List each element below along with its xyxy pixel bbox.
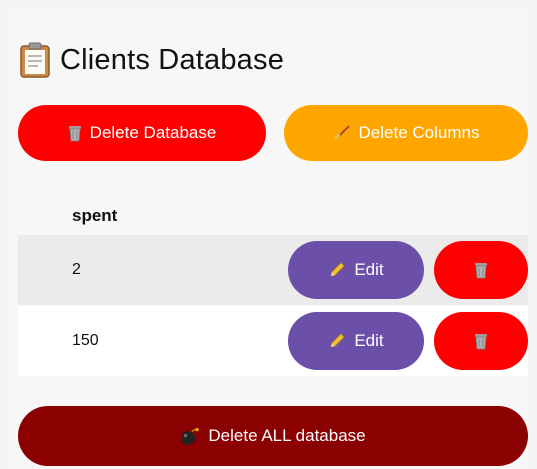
edit-label: Edit [354, 260, 384, 279]
page-title-text: Clients Database [60, 43, 285, 76]
trash-icon [474, 332, 488, 350]
delete-database-label: Delete Database [89, 123, 217, 142]
delete-all-database-button[interactable]: Delete ALL database [18, 406, 528, 466]
table-row: 150 Edit [18, 306, 528, 376]
cell-spent: 2 [72, 261, 81, 278]
delete-all-database-label: Delete ALL database [208, 426, 366, 445]
edit-button[interactable]: Edit [288, 241, 424, 299]
pencil-icon [328, 332, 346, 350]
cell-spent: 150 [72, 332, 99, 349]
clipboard-icon [20, 42, 50, 78]
clients-database-panel: Clients Database Delete Database Delete … [8, 8, 529, 469]
delete-row-button[interactable] [434, 241, 528, 299]
edit-label: Edit [354, 331, 384, 350]
edit-button[interactable]: Edit [288, 312, 424, 370]
column-header-spent: spent [72, 206, 118, 225]
page-title: Clients Database [20, 40, 284, 80]
pencil-icon [328, 261, 346, 279]
broom-icon [333, 124, 351, 142]
table-row: 2 Edit [18, 235, 528, 305]
delete-row-button[interactable] [434, 312, 528, 370]
delete-columns-label: Delete Columns [358, 123, 480, 142]
trash-icon [474, 261, 488, 279]
trash-icon [68, 124, 82, 142]
delete-columns-button[interactable]: Delete Columns [284, 105, 528, 161]
bomb-icon [180, 426, 200, 446]
delete-database-button[interactable]: Delete Database [18, 105, 266, 161]
